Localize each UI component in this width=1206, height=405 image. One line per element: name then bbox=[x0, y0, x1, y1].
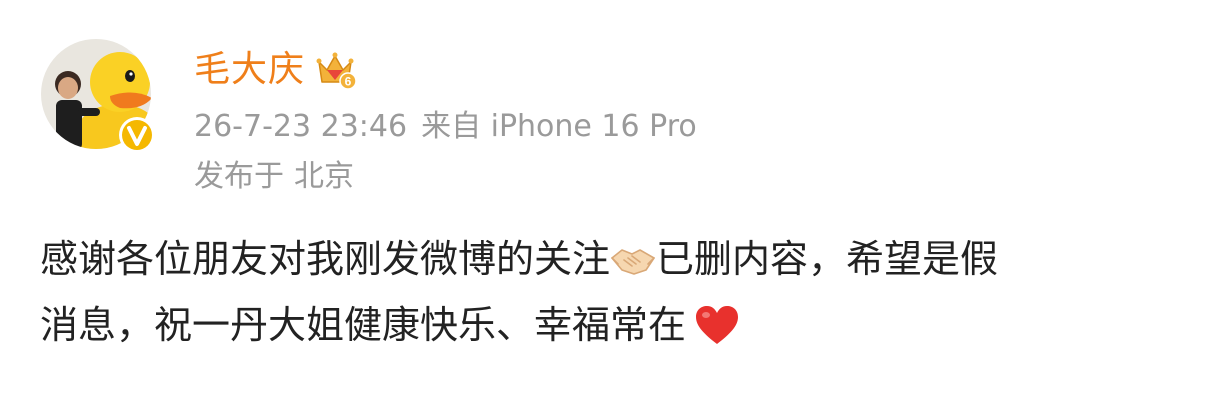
location-prefix: 发布于 bbox=[194, 159, 284, 194]
post-text-part-2: 已删内容，希望是假 bbox=[656, 237, 999, 281]
svg-text:6: 6 bbox=[345, 75, 352, 89]
username[interactable]: 毛大庆 bbox=[194, 44, 305, 96]
verified-v-icon bbox=[118, 116, 156, 154]
weibo-post: 毛大庆 6 26-7-23 23:46 来自 iPhone 16 Pro 发布于北… bbox=[0, 0, 1206, 405]
post-text-part-3: 消息，祝一丹大姐健康快乐、幸福常在 bbox=[40, 303, 687, 347]
username-row: 毛大庆 6 bbox=[194, 44, 357, 96]
crown-level-6-icon[interactable]: 6 bbox=[313, 48, 357, 92]
location: 北京 bbox=[294, 159, 354, 194]
red-heart-emoji bbox=[694, 304, 740, 362]
handshake-emoji bbox=[610, 238, 656, 296]
post-content: 感谢各位朋友对我刚发微博的关注 已删内容，希望是假消息，祝一丹大姐健康快乐、幸福… bbox=[40, 230, 1180, 362]
post-meta: 26-7-23 23:46 来自 iPhone 16 Pro bbox=[194, 104, 697, 150]
post-text-part-1: 感谢各位朋友对我刚发微博的关注 bbox=[40, 237, 611, 281]
source: 来自 iPhone 16 Pro bbox=[421, 109, 697, 144]
timestamp[interactable]: 26-7-23 23:46 bbox=[194, 109, 407, 144]
post-location: 发布于 北京 bbox=[194, 154, 354, 200]
